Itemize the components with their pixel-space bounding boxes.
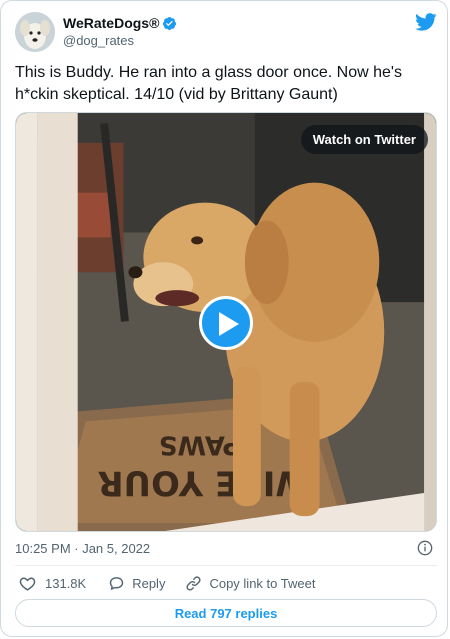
watch-on-twitter-button[interactable]: Watch on Twitter: [300, 125, 428, 154]
copy-link-button[interactable]: Copy link to Tweet: [185, 575, 315, 592]
video-player[interactable]: WIPE YOUR PAWS Watch on Twitter: [15, 112, 437, 532]
tweet-text: This is Buddy. He ran into a glass door …: [15, 64, 402, 103]
dog-avatar-icon: [15, 12, 55, 52]
embedded-tweet-card: WeRateDogs® @dog_rates This is Buddy. He…: [0, 0, 448, 637]
like-count: 131.8K: [45, 575, 87, 591]
display-name[interactable]: WeRateDogs®: [63, 15, 159, 32]
tweet-actions: 131.8K Reply Copy link to Tweet: [15, 573, 315, 593]
heart-icon: [19, 577, 36, 591]
link-icon: [186, 575, 202, 591]
svg-text:PAWS: PAWS: [159, 429, 242, 459]
reply-button[interactable]: Reply: [108, 575, 165, 592]
svg-text:WIPE YOUR: WIPE YOUR: [98, 463, 313, 502]
twitter-bird-icon[interactable]: [415, 13, 437, 31]
account-handle[interactable]: @dog_rates: [63, 33, 134, 48]
reply-icon: [109, 576, 124, 590]
read-replies-button[interactable]: Read 797 replies: [15, 599, 437, 627]
play-button[interactable]: [199, 296, 253, 350]
tweet-timestamp[interactable]: 10:25 PM · Jan 5, 2022: [15, 541, 150, 556]
info-icon[interactable]: [417, 540, 433, 556]
play-icon: [219, 312, 239, 336]
name-row: WeRateDogs®: [63, 15, 177, 32]
divider: [15, 565, 437, 566]
avatar[interactable]: [15, 12, 55, 52]
reply-label: Reply: [132, 575, 166, 591]
copy-link-label: Copy link to Tweet: [209, 575, 316, 591]
like-button[interactable]: 131.8K: [19, 575, 86, 592]
verified-badge-icon: [163, 16, 177, 31]
tweet-header: WeRateDogs® @dog_rates: [15, 12, 437, 54]
